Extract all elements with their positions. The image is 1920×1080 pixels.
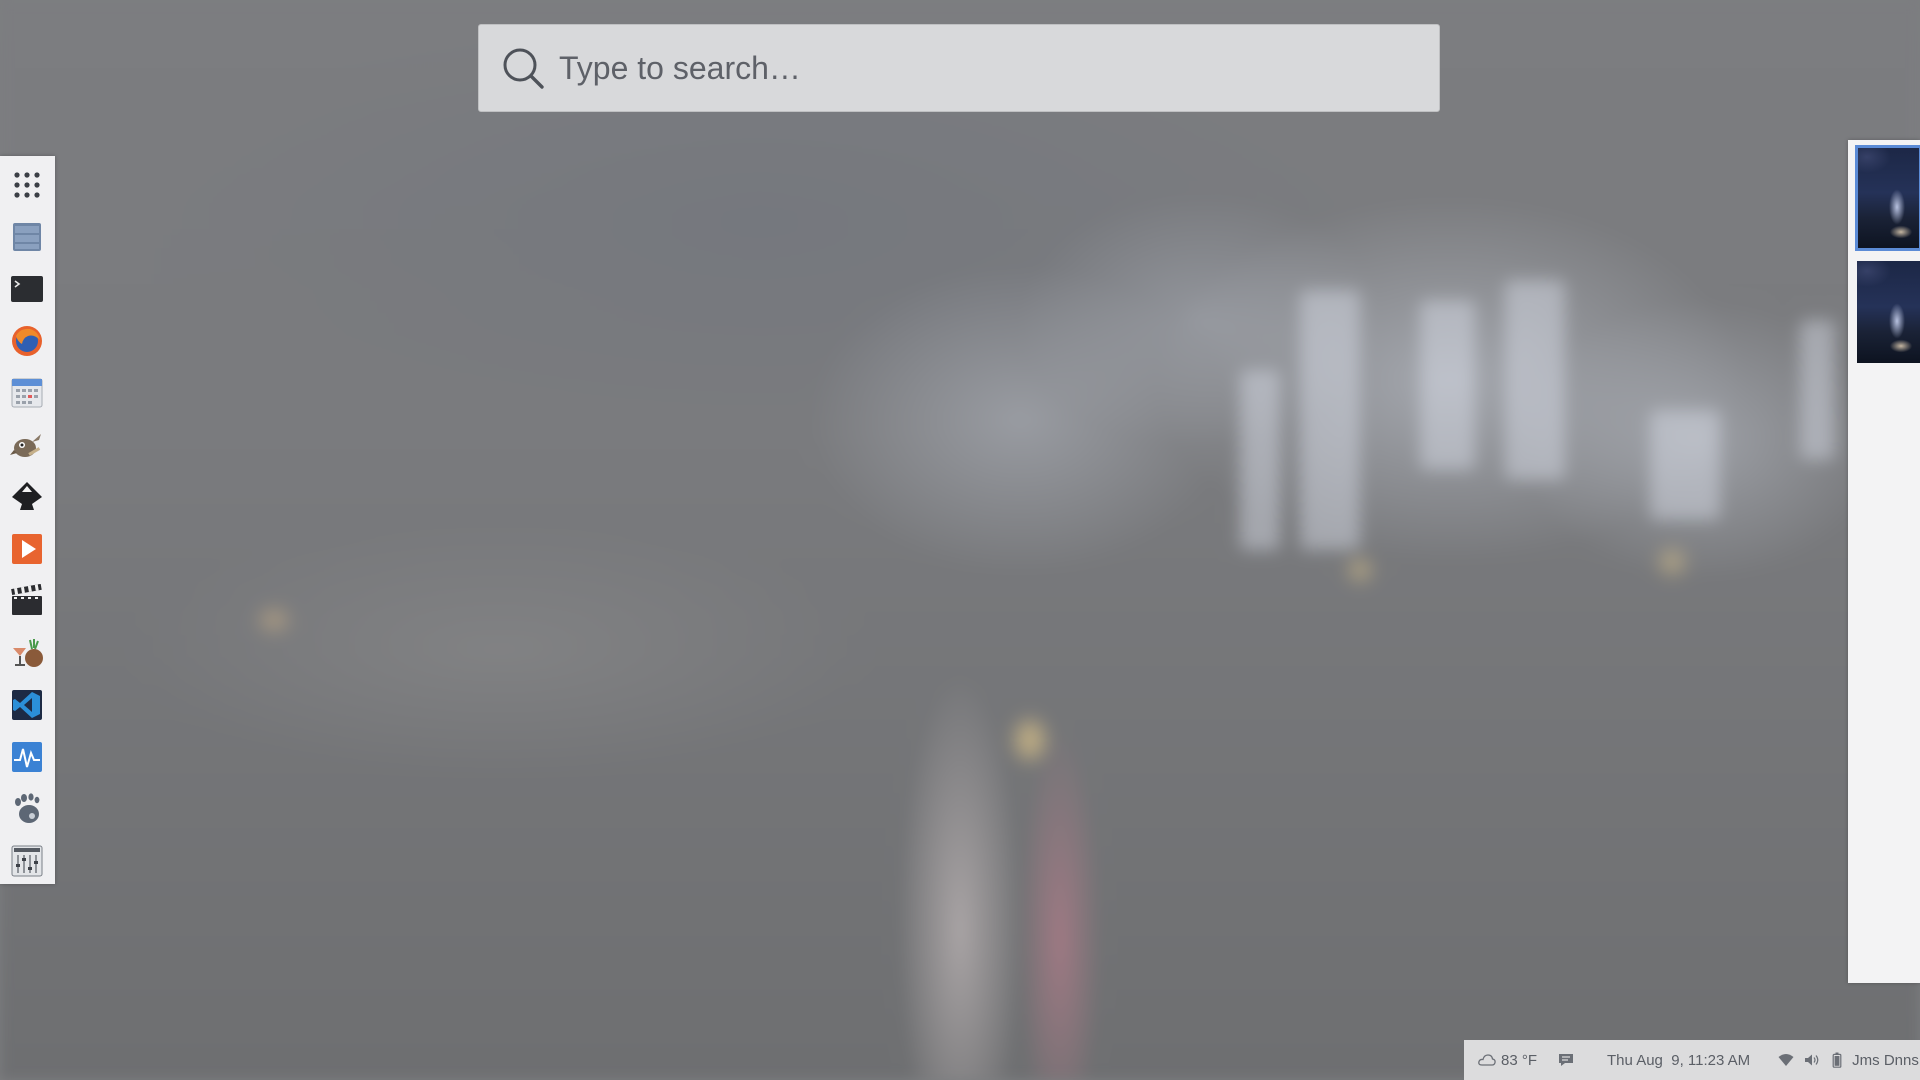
show-applications-button[interactable] <box>9 167 45 203</box>
mixer-icon <box>11 845 43 877</box>
dock-item-vscode[interactable] <box>9 687 45 723</box>
dock-item-media-player[interactable] <box>9 531 45 567</box>
dock-item-calendar[interactable] <box>9 375 45 411</box>
battery-button[interactable] <box>1832 1052 1842 1068</box>
dock-item-system-monitor[interactable] <box>9 739 45 775</box>
volume-button[interactable] <box>1804 1053 1820 1067</box>
desktop-wallpaper <box>0 0 1920 1080</box>
dock-item-files[interactable] <box>9 219 45 255</box>
search-input[interactable] <box>557 37 1421 99</box>
cocktail-app-icon <box>13 639 43 667</box>
system-monitor-icon <box>12 742 42 772</box>
volume-icon <box>1805 1054 1819 1066</box>
battery-icon <box>1832 1052 1842 1068</box>
status-bar: 83 °F Thu Aug 9, 11:23 AM Jms Dnns <box>1464 1040 1920 1080</box>
files-icon <box>13 223 41 251</box>
dock-item-gnome[interactable] <box>9 791 45 827</box>
dock-item-gimp[interactable] <box>9 427 45 463</box>
cloud-icon <box>1478 1054 1496 1066</box>
wifi-button[interactable] <box>1778 1053 1794 1067</box>
show-applications-icon <box>14 172 40 198</box>
chat-icon <box>1559 1054 1574 1066</box>
search-icon <box>503 48 544 89</box>
vscode-icon <box>12 690 42 720</box>
dock-item-video-editor[interactable] <box>9 583 45 619</box>
workspace-thumbnail-1[interactable] <box>1855 145 1920 251</box>
search-bar[interactable] <box>478 24 1440 112</box>
video-editor-icon <box>11 584 42 615</box>
gnome-foot-icon <box>15 793 40 823</box>
dock-item-mixer[interactable] <box>9 843 45 879</box>
inkscape-icon <box>12 482 42 510</box>
chat-button[interactable] <box>1557 1052 1575 1068</box>
wifi-icon <box>1778 1054 1794 1066</box>
dock-item-inkscape[interactable] <box>9 479 45 515</box>
workspace-thumbnail-2[interactable] <box>1857 261 1920 363</box>
gimp-icon <box>10 434 41 457</box>
dock-item-terminal[interactable] <box>9 271 45 307</box>
calendar-icon <box>11 378 43 408</box>
dock-item-cocktail-app[interactable] <box>9 635 45 671</box>
temperature: 83 °F <box>1501 1051 1538 1069</box>
media-player-icon <box>12 534 42 564</box>
firefox-icon <box>12 326 42 356</box>
dock <box>0 156 55 884</box>
terminal-icon <box>11 276 43 302</box>
user-menu[interactable]: Jms Dnns <box>1852 1052 1919 1069</box>
workspace-switcher <box>1848 140 1920 983</box>
weather-widget[interactable]: 83 °F <box>1478 1052 1537 1069</box>
dock-item-firefox[interactable] <box>9 323 45 359</box>
clock[interactable]: Thu Aug 9, 11:23 AM <box>1607 1052 1750 1069</box>
